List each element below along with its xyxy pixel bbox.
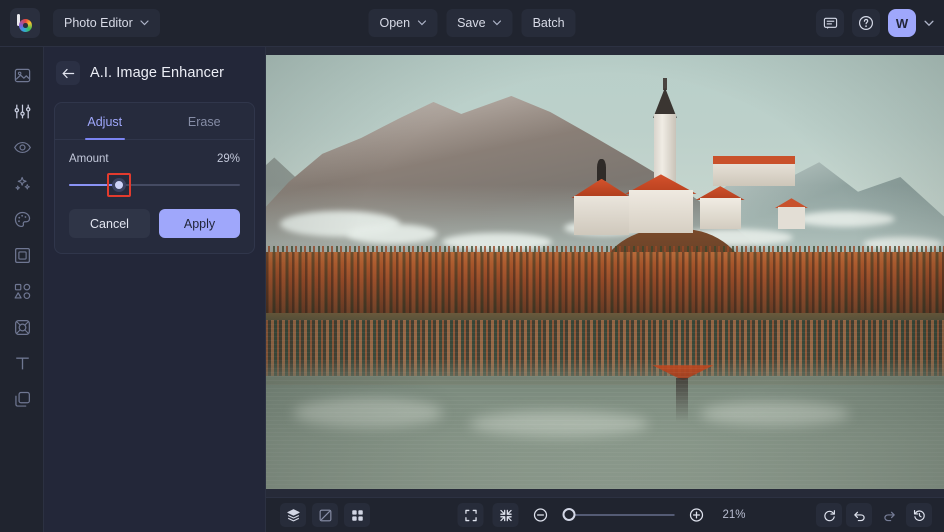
grid-button[interactable]	[344, 503, 370, 527]
save-button[interactable]: Save	[446, 9, 513, 37]
eye-icon	[13, 138, 32, 157]
layers-stack-icon	[13, 390, 32, 409]
batch-label: Batch	[533, 16, 565, 30]
apply-label: Apply	[184, 217, 215, 231]
layers-button[interactable]	[280, 503, 306, 527]
tool-rail	[0, 47, 44, 532]
zoom-controls-group: 21%	[458, 503, 753, 527]
fit-to-screen-button[interactable]	[458, 503, 484, 527]
sidebar-item-image[interactable]	[0, 57, 44, 93]
arrow-left-icon	[62, 68, 75, 79]
save-label: Save	[457, 16, 486, 30]
zoom-in-button[interactable]	[684, 503, 710, 527]
chevron-down-icon	[493, 20, 502, 26]
avatar[interactable]: W	[888, 9, 916, 37]
cancel-label: Cancel	[90, 217, 129, 231]
compare-split-icon	[318, 508, 333, 523]
help-button[interactable]	[852, 9, 880, 37]
account-actions-group: W	[816, 9, 934, 37]
compare-button[interactable]	[312, 503, 338, 527]
apply-button[interactable]: Apply	[159, 209, 240, 238]
shrink-to-fit-button[interactable]	[493, 503, 519, 527]
sidebar-item-effects[interactable]	[0, 165, 44, 201]
amount-slider[interactable]	[69, 177, 240, 193]
view-tools-group	[280, 503, 370, 527]
reset-button[interactable]	[816, 503, 842, 527]
image-icon	[13, 66, 32, 85]
bottom-toolbar: 21%	[266, 497, 944, 532]
frame-icon	[13, 246, 32, 265]
palette-icon	[13, 210, 32, 229]
batch-button[interactable]: Batch	[522, 9, 576, 37]
shapes-icon	[13, 282, 32, 301]
open-button[interactable]: Open	[368, 9, 437, 37]
history-clock-icon	[912, 508, 927, 523]
sidebar-item-layers[interactable]	[0, 381, 44, 417]
sidebar-item-overlays[interactable]	[0, 309, 44, 345]
tab-erase-label: Erase	[188, 115, 221, 129]
feedback-button[interactable]	[816, 9, 844, 37]
text-t-icon	[13, 354, 32, 373]
amount-row: Amount 29%	[55, 140, 254, 165]
sidebar-item-artsy[interactable]	[0, 201, 44, 237]
enhancer-card: Adjust Erase Amount 29% Cancel	[54, 102, 255, 254]
sliders-icon	[13, 102, 32, 121]
avatar-initial: W	[896, 16, 908, 31]
tool-options-panel: A.I. Image Enhancer Adjust Erase Amount …	[44, 47, 266, 532]
chevron-down-icon	[417, 20, 426, 26]
photo-canvas-image[interactable]	[266, 55, 944, 489]
slider-knob[interactable]	[112, 178, 126, 192]
back-button[interactable]	[56, 61, 80, 85]
photo-editor-app: Photo Editor Open Save Batch	[0, 0, 944, 532]
tab-adjust-label: Adjust	[87, 115, 122, 129]
canvas-area[interactable]	[266, 47, 944, 497]
layers-icon	[286, 508, 301, 523]
befunky-logo-icon[interactable]	[10, 8, 40, 38]
sidebar-item-graphics[interactable]	[0, 273, 44, 309]
amount-label: Amount	[69, 153, 109, 165]
chevron-down-icon	[140, 20, 149, 26]
grid-four-icon	[350, 508, 365, 523]
zoom-level-value: 21%	[723, 509, 753, 521]
open-label: Open	[379, 16, 410, 30]
fit-to-screen-icon	[463, 508, 478, 523]
zoom-slider[interactable]	[563, 507, 675, 523]
object-focus-icon	[13, 318, 32, 337]
zoom-out-button[interactable]	[528, 503, 554, 527]
chat-bubble-icon	[823, 16, 838, 31]
history-controls-group	[816, 503, 932, 527]
cancel-button[interactable]: Cancel	[69, 209, 150, 238]
panel-header: A.I. Image Enhancer	[44, 47, 265, 85]
tab-bar: Adjust Erase	[55, 103, 254, 140]
product-selector-dropdown[interactable]: Photo Editor	[53, 9, 160, 37]
product-selector-label: Photo Editor	[64, 16, 133, 30]
zoom-slider-track	[569, 514, 675, 516]
minus-circle-icon	[533, 507, 549, 523]
chevron-down-icon[interactable]	[924, 20, 934, 27]
redo-arrow-icon	[882, 508, 897, 523]
sidebar-item-edit[interactable]	[0, 93, 44, 129]
file-actions-group: Open Save Batch	[368, 9, 575, 37]
plus-circle-icon	[689, 507, 705, 523]
zoom-slider-knob[interactable]	[563, 508, 576, 521]
undo-button[interactable]	[846, 503, 872, 527]
page-title: A.I. Image Enhancer	[90, 65, 224, 81]
sidebar-item-text[interactable]	[0, 345, 44, 381]
redo-button[interactable]	[876, 503, 902, 527]
collapse-arrows-icon	[498, 508, 513, 523]
action-buttons: Cancel Apply	[55, 193, 254, 253]
undo-arrow-icon	[852, 508, 867, 523]
photo-vignette	[266, 55, 944, 489]
rotate-refresh-icon	[822, 508, 837, 523]
sidebar-item-retouch[interactable]	[0, 129, 44, 165]
logo-color-wheel	[16, 14, 34, 32]
history-button[interactable]	[906, 503, 932, 527]
sidebar-item-frames[interactable]	[0, 237, 44, 273]
tab-adjust[interactable]: Adjust	[55, 103, 155, 139]
amount-value: 29%	[217, 153, 240, 165]
tab-erase[interactable]: Erase	[155, 103, 255, 139]
question-circle-icon	[858, 15, 874, 31]
top-toolbar: Photo Editor Open Save Batch	[0, 0, 944, 47]
sparkles-icon	[13, 174, 32, 193]
